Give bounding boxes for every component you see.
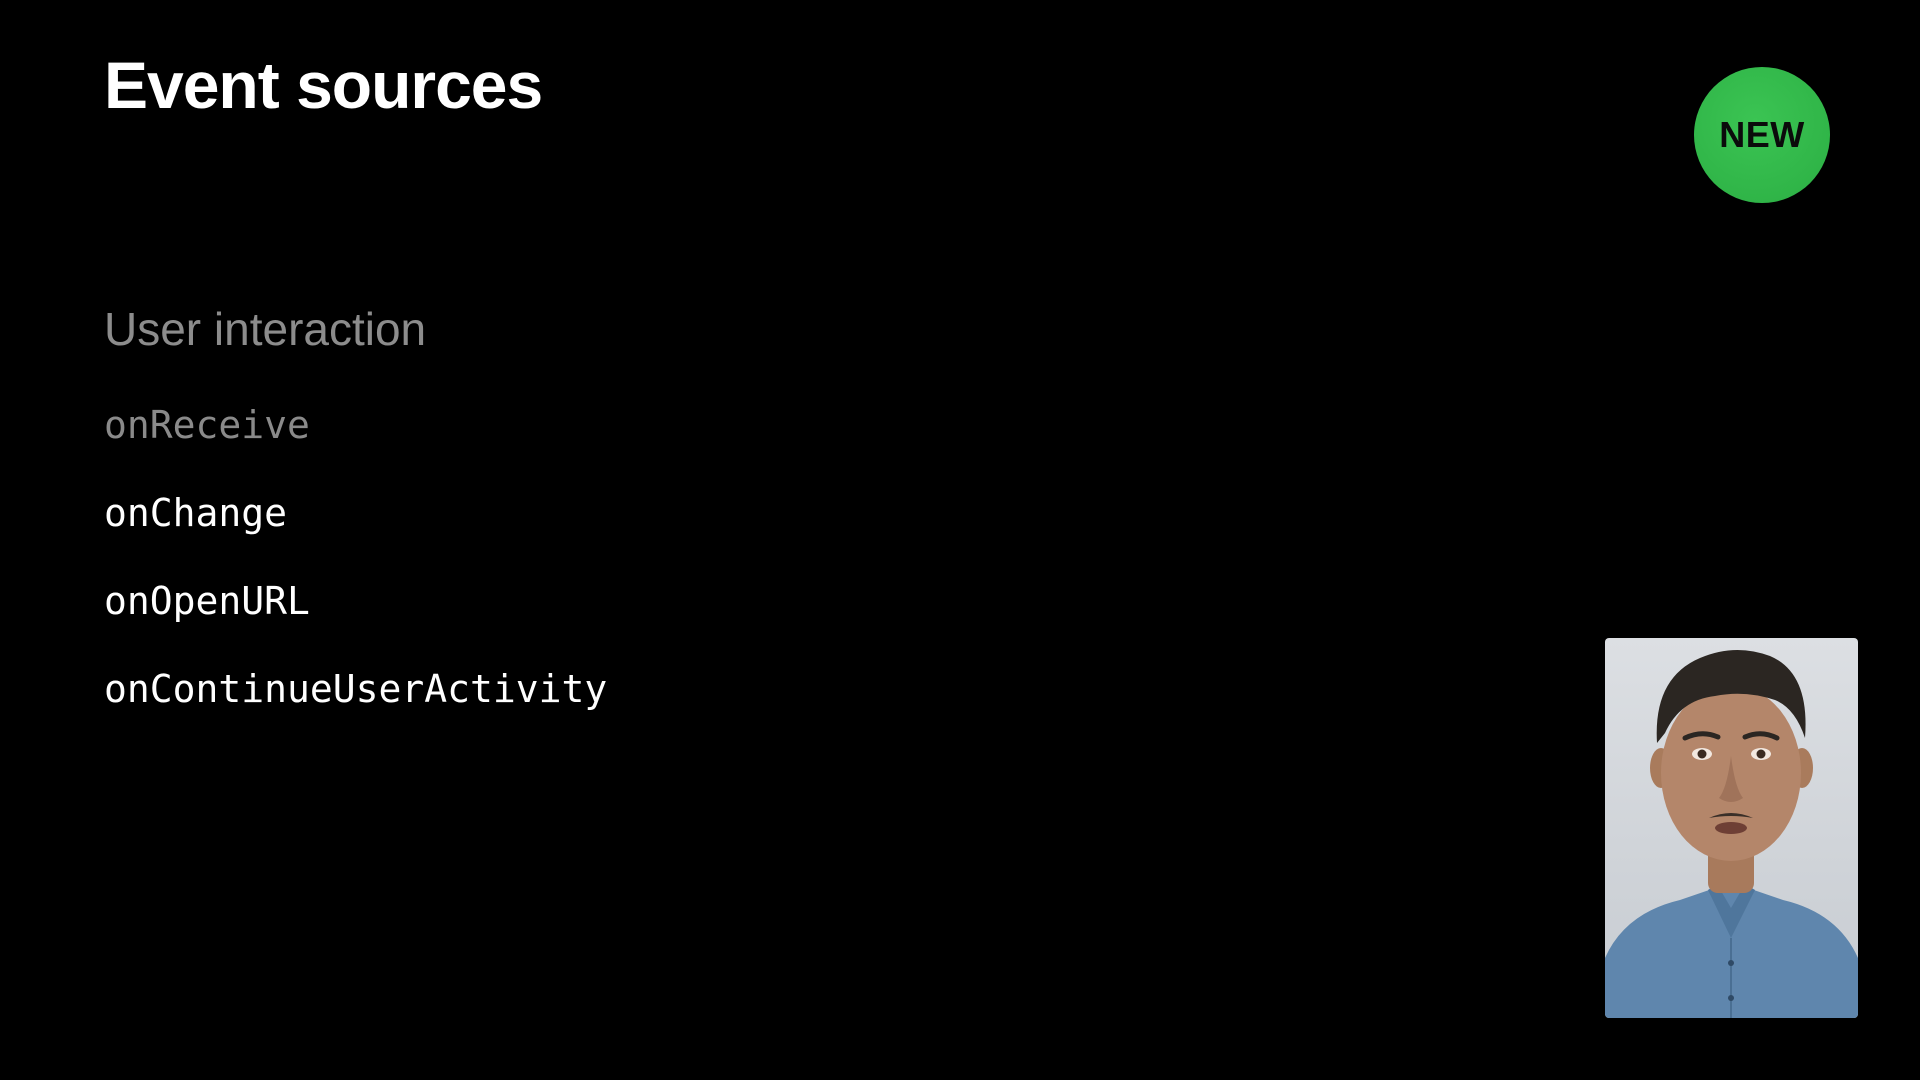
event-source-list: onReceive onChange onOpenURL onContinueU…: [104, 398, 607, 750]
slide-title: Event sources: [104, 48, 543, 122]
new-badge-label: NEW: [1719, 114, 1805, 155]
presenter-video: [1605, 638, 1858, 1018]
presenter-video-icon: [1605, 649, 1858, 1018]
list-item-onchange: onChange: [104, 491, 288, 535]
list-item-onopenurl: onOpenURL: [104, 579, 310, 623]
new-badge: NEW: [1694, 67, 1830, 203]
list-item-oncontinueuseractivity: onContinueUserActivity: [104, 667, 608, 711]
list-item-onreceive: onReceive: [104, 403, 310, 447]
section-heading: User interaction: [104, 303, 427, 355]
